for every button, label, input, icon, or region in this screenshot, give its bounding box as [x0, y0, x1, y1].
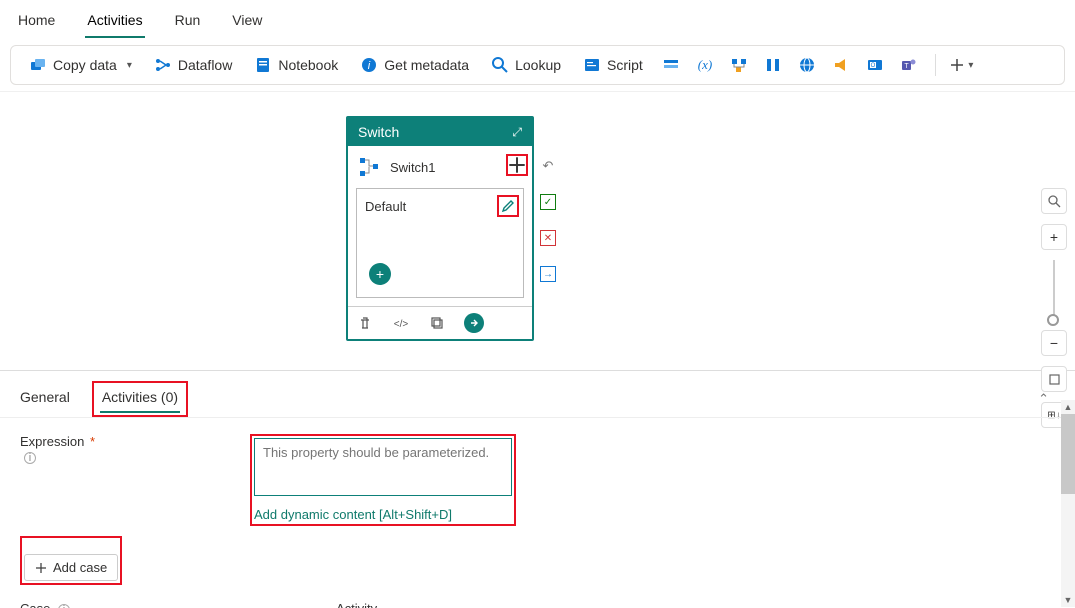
undo-icon[interactable]: ↶ [540, 158, 556, 174]
copy-icon[interactable] [428, 314, 446, 332]
add-activity-button[interactable]: ▾ [948, 53, 976, 77]
case-table: Case i Activity Default No activities [20, 597, 1055, 608]
tab-activities-highlight: Activities (0) [92, 381, 188, 417]
switch-node-footer: </> [348, 306, 532, 339]
svg-text:</>: </> [394, 319, 409, 330]
zoom-in-button[interactable]: + [1041, 224, 1067, 250]
run-icon[interactable] [464, 313, 484, 333]
required-asterisk: * [90, 434, 95, 449]
script-button[interactable]: Script [575, 52, 651, 78]
switch-add-case-button[interactable] [506, 154, 528, 176]
default-label: Default [365, 199, 406, 214]
add-case-label: Add case [53, 560, 107, 575]
code-icon[interactable]: </> [392, 314, 410, 332]
activities-toolbar: Copy data ▾ Dataflow Notebook i Get meta… [10, 45, 1065, 85]
switch-node-header: Switch ⤢ [348, 118, 532, 146]
tab-activities[interactable]: Activities [85, 8, 144, 38]
chevron-down-icon: ▾ [968, 60, 973, 71]
toolbar-icon-4[interactable] [759, 53, 787, 77]
get-metadata-label: Get metadata [384, 57, 469, 73]
switch-node-body: Switch1 [348, 146, 532, 188]
script-label: Script [607, 57, 643, 73]
pipeline-canvas[interactable]: Switch ⤢ Switch1 Default + [0, 91, 1075, 371]
teams-icon[interactable]: T [895, 53, 923, 77]
node-status-icons: ↶ ✓ ✕ → [540, 158, 556, 282]
notebook-button[interactable]: Notebook [246, 52, 346, 78]
info-icon[interactable]: i [24, 452, 36, 464]
tab-general[interactable]: General [16, 383, 74, 415]
properties-tabs: General Activities (0) ⌃ [0, 371, 1075, 418]
tab-home[interactable]: Home [16, 8, 57, 38]
globe-icon[interactable] [793, 53, 821, 77]
copy-data-label: Copy data [53, 57, 117, 73]
properties-panel: General Activities (0) ⌃ Expression * i … [0, 371, 1075, 608]
top-tabs: Home Activities Run View [0, 0, 1075, 39]
svg-text:(x): (x) [698, 57, 712, 72]
fail-port-icon[interactable]: ✕ [540, 230, 556, 246]
expression-highlight: Add dynamic content [Alt+Shift+D] [250, 434, 516, 526]
success-port-icon[interactable]: ✓ [540, 194, 556, 210]
switch-icon [358, 156, 380, 178]
scroll-down-arrow[interactable]: ▼ [1061, 593, 1075, 607]
toolbar-icon-1[interactable] [657, 53, 685, 77]
switch-default-case[interactable]: Default + [356, 188, 524, 298]
outlook-icon[interactable]: O [861, 53, 889, 77]
tab-view[interactable]: View [230, 8, 264, 38]
lookup-label: Lookup [515, 57, 561, 73]
lookup-button[interactable]: Lookup [483, 52, 569, 78]
variable-icon[interactable]: (x) [691, 53, 719, 77]
case-table-header: Case i Activity [20, 597, 1055, 608]
info-icon[interactable]: i [58, 604, 70, 608]
search-canvas-button[interactable] [1041, 188, 1067, 214]
vertical-scrollbar[interactable]: ▲ ▼ [1061, 400, 1075, 607]
collapse-panel-button[interactable]: ⌃ [1038, 391, 1059, 407]
get-metadata-button[interactable]: i Get metadata [352, 52, 477, 78]
scrollbar-thumb[interactable] [1061, 414, 1075, 494]
switch-activity-node[interactable]: Switch ⤢ Switch1 Default + [346, 116, 534, 341]
add-case-highlight: Add case [20, 536, 122, 585]
notebook-label: Notebook [278, 57, 338, 73]
dataflow-label: Dataflow [178, 57, 232, 73]
properties-body: Expression * i Add dynamic content [Alt+… [0, 418, 1075, 608]
dataflow-button[interactable]: Dataflow [146, 52, 240, 78]
chevron-down-icon: ▾ [127, 60, 132, 71]
tab-run[interactable]: Run [173, 8, 203, 38]
switch-title: Switch [358, 124, 399, 140]
zoom-slider[interactable] [1053, 260, 1055, 320]
expression-input[interactable] [254, 438, 512, 496]
copy-data-button[interactable]: Copy data ▾ [21, 52, 140, 78]
toolbar-divider [935, 54, 936, 76]
svg-text:O: O [870, 63, 875, 69]
skip-port-icon[interactable]: → [540, 266, 556, 282]
tab-activities-count[interactable]: Activities (0) [100, 385, 180, 413]
toolbar-icon-3[interactable] [725, 53, 753, 77]
expression-label: Expression [20, 428, 84, 449]
zoom-out-button[interactable]: − [1041, 330, 1067, 356]
edit-default-button[interactable] [497, 195, 519, 217]
delete-icon[interactable] [356, 314, 374, 332]
svg-text:T: T [904, 63, 909, 70]
add-case-button[interactable]: Add case [24, 554, 118, 581]
expand-icon[interactable]: ⤢ [512, 125, 522, 140]
switch-name-label: Switch1 [390, 160, 436, 175]
scroll-up-arrow[interactable]: ▲ [1061, 400, 1075, 414]
add-dynamic-content-link[interactable]: Add dynamic content [Alt+Shift+D] [254, 507, 512, 522]
announce-icon[interactable] [827, 53, 855, 77]
add-default-activity-button[interactable]: + [369, 263, 391, 285]
